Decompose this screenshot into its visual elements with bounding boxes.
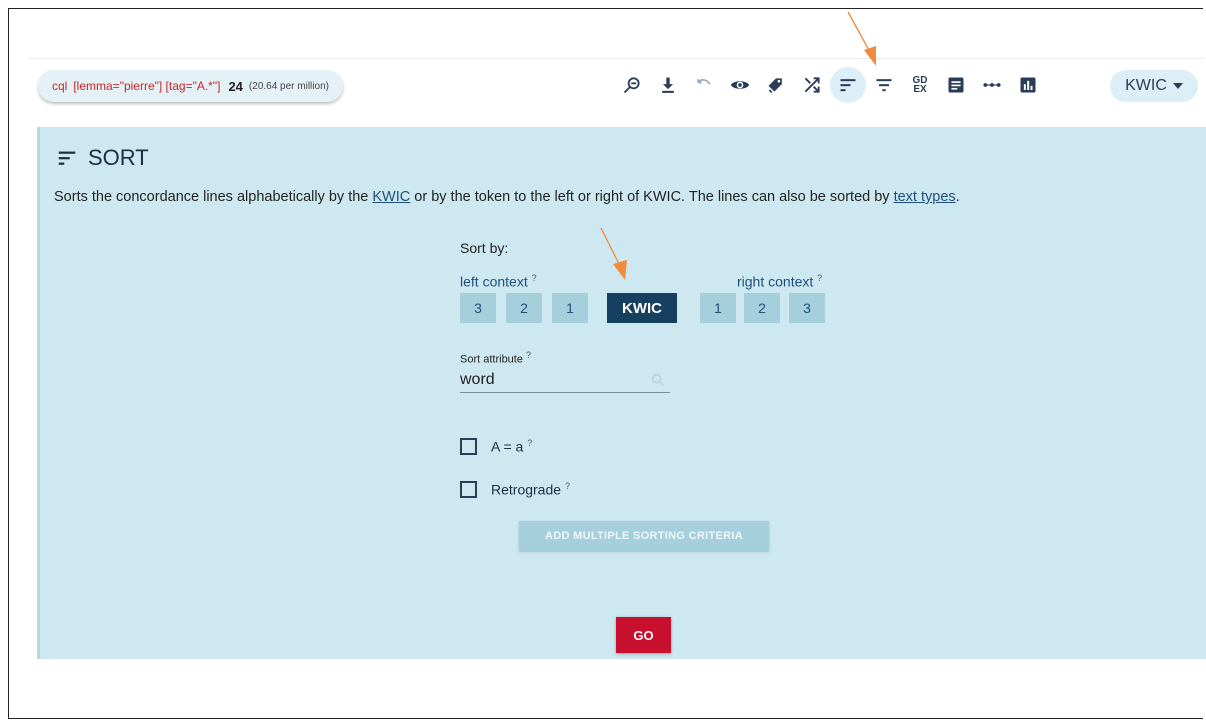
right-context-1-button[interactable]: 1	[700, 293, 736, 323]
desc-part1: Sorts the concordance lines alphabetical…	[54, 189, 373, 205]
sort-attribute-input[interactable]: word	[460, 367, 670, 393]
tool-icons: GD EX	[614, 67, 1046, 103]
checkbox[interactable]	[460, 438, 477, 455]
sort-attribute-label: Sort attribute ?	[460, 350, 531, 366]
sort-by-label: Sort by:	[460, 240, 509, 256]
right-context-text: right context	[737, 273, 814, 290]
help-mark[interactable]: ?	[565, 481, 570, 491]
sort-attribute-text: Sort attribute	[460, 353, 523, 366]
ignore-case-checkbox[interactable]: A = a ?	[460, 438, 532, 455]
view-mode-label: KWIC	[1125, 77, 1167, 94]
desc-part2: or by the token to the left or right of …	[410, 189, 894, 205]
filter-icon[interactable]	[866, 67, 902, 103]
tag-icon[interactable]	[758, 67, 794, 103]
help-mark[interactable]: ?	[526, 350, 531, 360]
sort-icon[interactable]	[830, 67, 866, 103]
shuffle-icon[interactable]	[794, 67, 830, 103]
search-icon	[651, 373, 664, 386]
kwic-help-link[interactable]: KWIC	[372, 189, 410, 205]
go-button[interactable]: GO	[616, 617, 671, 653]
checkbox[interactable]	[460, 481, 477, 498]
add-multiple-sorting-criteria-button[interactable]: ADD MULTIPLE SORTING CRITERIA	[519, 521, 769, 551]
download-icon[interactable]	[650, 67, 686, 103]
right-context-label: right context ?	[737, 273, 822, 290]
left-context-3-button[interactable]: 3	[460, 293, 496, 323]
text-types-link[interactable]: text types	[894, 189, 956, 205]
query-summary[interactable]: cql [lemma="pierre"] [tag="A.*"] 24 (20.…	[38, 70, 343, 102]
details-icon[interactable]	[938, 67, 974, 103]
retrograde-text: Retrograde	[491, 481, 562, 498]
query-text: [lemma="pierre"] [tag="A.*"]	[73, 79, 221, 93]
caret-down-icon	[1172, 83, 1183, 89]
retrograde-checkbox[interactable]: Retrograde ?	[460, 481, 570, 498]
sort-attribute-value: word	[460, 370, 495, 388]
left-context-text: left context	[460, 273, 528, 290]
sort-icon	[58, 151, 76, 165]
help-mark[interactable]: ?	[817, 273, 822, 283]
left-context-2-button[interactable]: 2	[506, 293, 542, 323]
hit-count: 24	[228, 78, 243, 94]
right-context-2-button[interactable]: 2	[744, 293, 780, 323]
ignore-case-label: A = a ?	[491, 438, 532, 455]
help-mark[interactable]: ?	[527, 438, 532, 448]
panel-title: SORT	[56, 145, 149, 171]
gdex-line2: EX	[913, 84, 927, 95]
frequency-icon[interactable]	[1010, 67, 1046, 103]
left-context-label: left context ?	[460, 273, 537, 290]
eye-icon[interactable]	[722, 67, 758, 103]
help-mark[interactable]: ?	[532, 273, 537, 283]
sort-panel: SORT Sorts the concordance lines alphabe…	[37, 127, 1206, 659]
sort-description: Sorts the concordance lines alphabetical…	[54, 189, 960, 205]
query-type: cql	[52, 79, 68, 93]
undo-icon[interactable]	[686, 67, 722, 103]
retrograde-label: Retrograde ?	[491, 481, 570, 498]
desc-part3: .	[955, 189, 960, 205]
gdex-icon[interactable]: GD EX	[902, 67, 938, 103]
zoom-out-icon[interactable]	[614, 67, 650, 103]
right-context-3-button[interactable]: 3	[789, 293, 825, 323]
kwic-button[interactable]: KWIC	[607, 293, 677, 323]
per-million: (20.64 per million)	[248, 80, 329, 92]
ignore-case-text: A = a	[491, 438, 524, 455]
left-context-1-button[interactable]: 1	[552, 293, 588, 323]
dots-icon[interactable]	[974, 67, 1010, 103]
panel-title-text: SORT	[88, 145, 149, 170]
view-mode-select[interactable]: KWIC	[1110, 70, 1198, 102]
concordance-toolbar: cql [lemma="pierre"] [tag="A.*"] 24 (20.…	[29, 58, 1205, 120]
